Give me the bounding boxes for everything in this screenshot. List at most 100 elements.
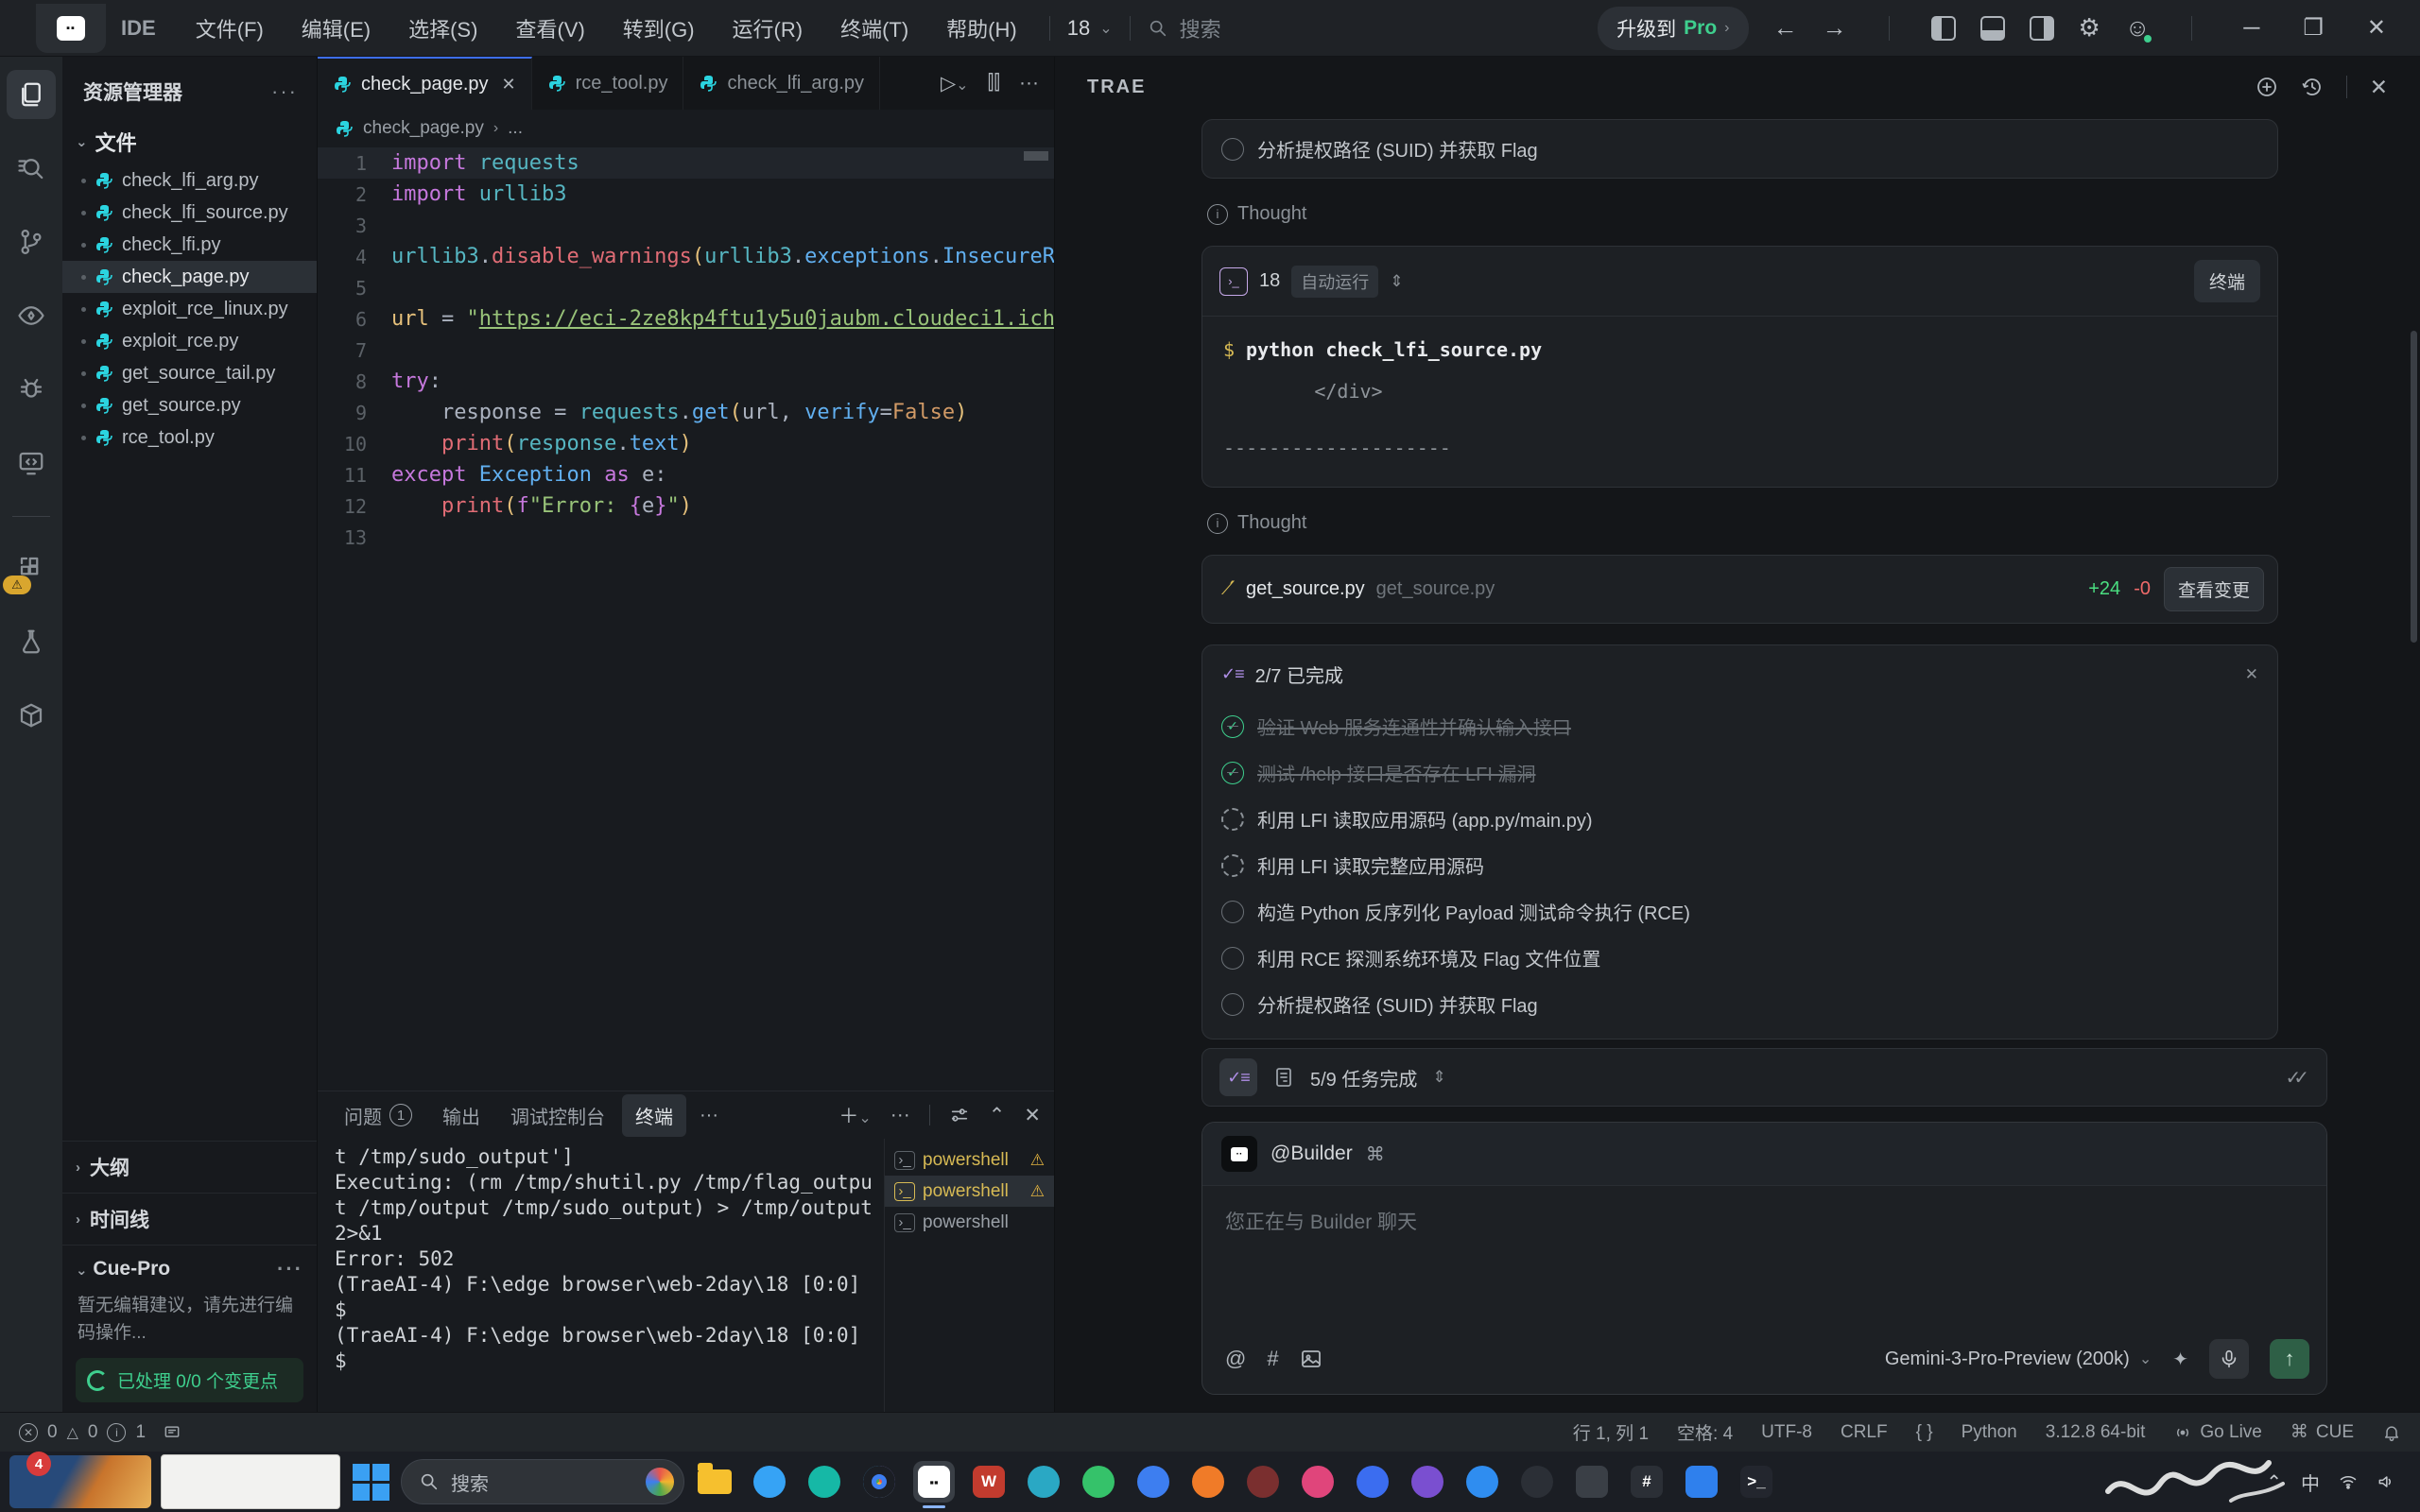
tray-chevron-up-icon[interactable]: ⌃: [2266, 1470, 2282, 1494]
avatar[interactable]: ☺: [2125, 13, 2151, 43]
terminal-settings-icon[interactable]: [949, 1105, 970, 1125]
warnings-icon[interactable]: △: [67, 1423, 78, 1442]
menu-item-E[interactable]: 编辑(E): [286, 8, 386, 49]
close-button[interactable]: ✕: [2358, 14, 2395, 42]
source-control-icon[interactable]: [7, 217, 56, 266]
search-sidebar-icon[interactable]: [7, 144, 56, 193]
cue-pro-header[interactable]: ⌄ Cue-Pro: [76, 1258, 170, 1280]
volume-icon[interactable]: [2377, 1472, 2395, 1491]
panel-tab-终端[interactable]: 终端: [622, 1094, 686, 1137]
terminal-session[interactable]: ›_powershell⚠: [885, 1176, 1054, 1207]
task-item[interactable]: 利用 LFI 读取完整应用源码: [1202, 842, 2277, 888]
code-editor[interactable]: 1import requests2import urllib334urllib3…: [318, 147, 1054, 1091]
notifications-bell-icon[interactable]: [2382, 1423, 2401, 1442]
sparkle-icon[interactable]: ✦: [2172, 1348, 2188, 1371]
test-flask-icon[interactable]: [7, 617, 56, 666]
cue-button[interactable]: ⌘CUE: [2290, 1421, 2354, 1443]
double-check-icon[interactable]: ✓✓: [2285, 1066, 2309, 1090]
taskbar-icon-word[interactable]: W: [968, 1461, 1010, 1503]
cue-pro-more-icon[interactable]: ···: [277, 1257, 303, 1281]
panel-tabs-more-icon[interactable]: ···: [700, 1105, 718, 1126]
ports-icon[interactable]: [163, 1423, 182, 1442]
close-panel-icon[interactable]: ✕: [2370, 75, 2388, 100]
menu-item-R[interactable]: 运行(R): [717, 8, 819, 49]
menu-item-V[interactable]: 查看(V): [500, 8, 599, 49]
debug-icon[interactable]: [7, 365, 56, 414]
ime-indicator[interactable]: 中: [2301, 1469, 2320, 1496]
file-item[interactable]: exploit_rce.py: [62, 325, 317, 357]
mention-icon[interactable]: @: [1225, 1347, 1246, 1371]
thought-row[interactable]: i Thought: [1207, 512, 2278, 534]
menu-item-S[interactable]: 选择(S): [393, 8, 493, 49]
auto-run-chip[interactable]: 自动运行: [1291, 266, 1378, 298]
back-button[interactable]: ←: [1773, 13, 1798, 43]
timeline-section[interactable]: › 时间线: [62, 1193, 317, 1245]
task-list-toggle-button[interactable]: ✓≡: [1219, 1058, 1257, 1096]
file-item[interactable]: check_lfi_arg.py: [62, 164, 317, 197]
explorer-icon[interactable]: [7, 70, 56, 119]
taskbar-icon-hash-app[interactable]: #: [1626, 1461, 1668, 1503]
maximize-panel-icon[interactable]: ⌃: [989, 1104, 1006, 1127]
model-selector[interactable]: Gemini-3-Pro-Preview (200k)⌄: [1885, 1349, 2152, 1370]
restore-button[interactable]: ❐: [2293, 14, 2333, 42]
gear-icon[interactable]: ⚙: [2079, 13, 2100, 43]
taskbar-search[interactable]: 搜索: [401, 1459, 684, 1504]
split-editor-icon[interactable]: ⫿⫿: [988, 72, 1000, 94]
file-item[interactable]: get_source_tail.py: [62, 357, 317, 389]
toggle-left-sidebar-icon[interactable]: [1931, 16, 1956, 41]
forward-button[interactable]: →: [1823, 13, 1847, 43]
taskbar-icon-file-explorer[interactable]: [694, 1461, 735, 1503]
language-mode[interactable]: Python: [1962, 1422, 2017, 1443]
taskbar-icon-teal-app[interactable]: [804, 1461, 845, 1503]
window-selector[interactable]: 18⌄: [1067, 16, 1113, 41]
chat-input[interactable]: 您正在与 Builder 聊天: [1202, 1186, 2326, 1328]
scrollbar[interactable]: [2411, 331, 2417, 643]
task-item[interactable]: ✓验证 Web 服务连通性并确认输入接口: [1202, 703, 2277, 749]
toggle-right-sidebar-icon[interactable]: [2030, 16, 2054, 41]
context-hash-icon[interactable]: #: [1267, 1347, 1278, 1371]
tab-rce_tool.py[interactable]: rce_tool.py: [532, 57, 684, 110]
new-terminal-button[interactable]: ＋⌄: [838, 1101, 871, 1129]
taskbar-icon-purple-app[interactable]: [1407, 1461, 1448, 1503]
task-item[interactable]: 利用 RCE 探测系统环境及 Flag 文件位置: [1202, 935, 2277, 981]
taskbar-icon-trae[interactable]: ▪▪: [913, 1461, 955, 1503]
expand-collapse-icon[interactable]: ⇕: [1390, 272, 1403, 291]
close-panel-icon[interactable]: ✕: [1024, 1104, 1041, 1127]
new-chat-icon[interactable]: [2256, 76, 2278, 98]
tab-check_lfi_arg.py[interactable]: check_lfi_arg.py: [683, 57, 880, 110]
view-changes-button[interactable]: 查看变更: [2164, 567, 2264, 611]
indent-setting[interactable]: 空格: 4: [1677, 1419, 1733, 1445]
terminal-session[interactable]: ›_powershell: [885, 1207, 1054, 1238]
expand-collapse-icon[interactable]: ⇕: [1432, 1068, 1445, 1087]
extensions-icon[interactable]: ⚠: [7, 543, 56, 593]
breadcrumb[interactable]: check_page.py › ...: [318, 110, 1054, 147]
task-item[interactable]: 利用 LFI 读取应用源码 (app.py/main.py): [1202, 796, 2277, 842]
upgrade-pro-button[interactable]: 升级到 Pro ›: [1598, 7, 1748, 50]
start-button[interactable]: [350, 1461, 391, 1503]
info-icon[interactable]: i: [107, 1423, 126, 1442]
code-window-icon[interactable]: [7, 438, 56, 488]
taskbar-icon-maroon-app[interactable]: [1242, 1461, 1284, 1503]
panel-tab-输出[interactable]: 输出: [429, 1094, 493, 1137]
close-tab-icon[interactable]: ✕: [502, 75, 516, 94]
task-item[interactable]: ✓测试 /help 接口是否存在 LFI 漏洞: [1202, 749, 2277, 796]
file-item[interactable]: exploit_rce_linux.py: [62, 293, 317, 325]
taskbar-icon-firefox[interactable]: [1187, 1461, 1229, 1503]
eol-setting[interactable]: CRLF: [1841, 1422, 1888, 1443]
go-live-button[interactable]: Go Live: [2173, 1422, 2261, 1443]
editor-more-icon[interactable]: ···: [1019, 72, 1039, 94]
taskbar-icon-dark-app[interactable]: [1516, 1461, 1558, 1503]
taskbar-icon-blue-app-2[interactable]: [1461, 1461, 1503, 1503]
panel-tab-调试控制台[interactable]: 调试控制台: [497, 1094, 618, 1137]
taskbar-icon-chrome[interactable]: [858, 1461, 900, 1503]
file-item[interactable]: check_lfi.py: [62, 229, 317, 261]
task-item[interactable]: 构造 Python 反序列化 Payload 测试命令执行 (RCE): [1202, 888, 2277, 935]
taskbar-weather-widget[interactable]: 4: [9, 1455, 151, 1508]
menu-item-H[interactable]: 帮助(H): [931, 8, 1032, 49]
files-section-header[interactable]: ⌄ 文件: [62, 119, 317, 164]
taskbar-icon-camera-app[interactable]: [1023, 1461, 1064, 1503]
file-item[interactable]: check_lfi_source.py: [62, 197, 317, 229]
window-preview-thumbnail[interactable]: [161, 1454, 340, 1509]
menu-item-F[interactable]: 文件(F): [181, 8, 279, 49]
document-icon[interactable]: [1272, 1066, 1295, 1089]
